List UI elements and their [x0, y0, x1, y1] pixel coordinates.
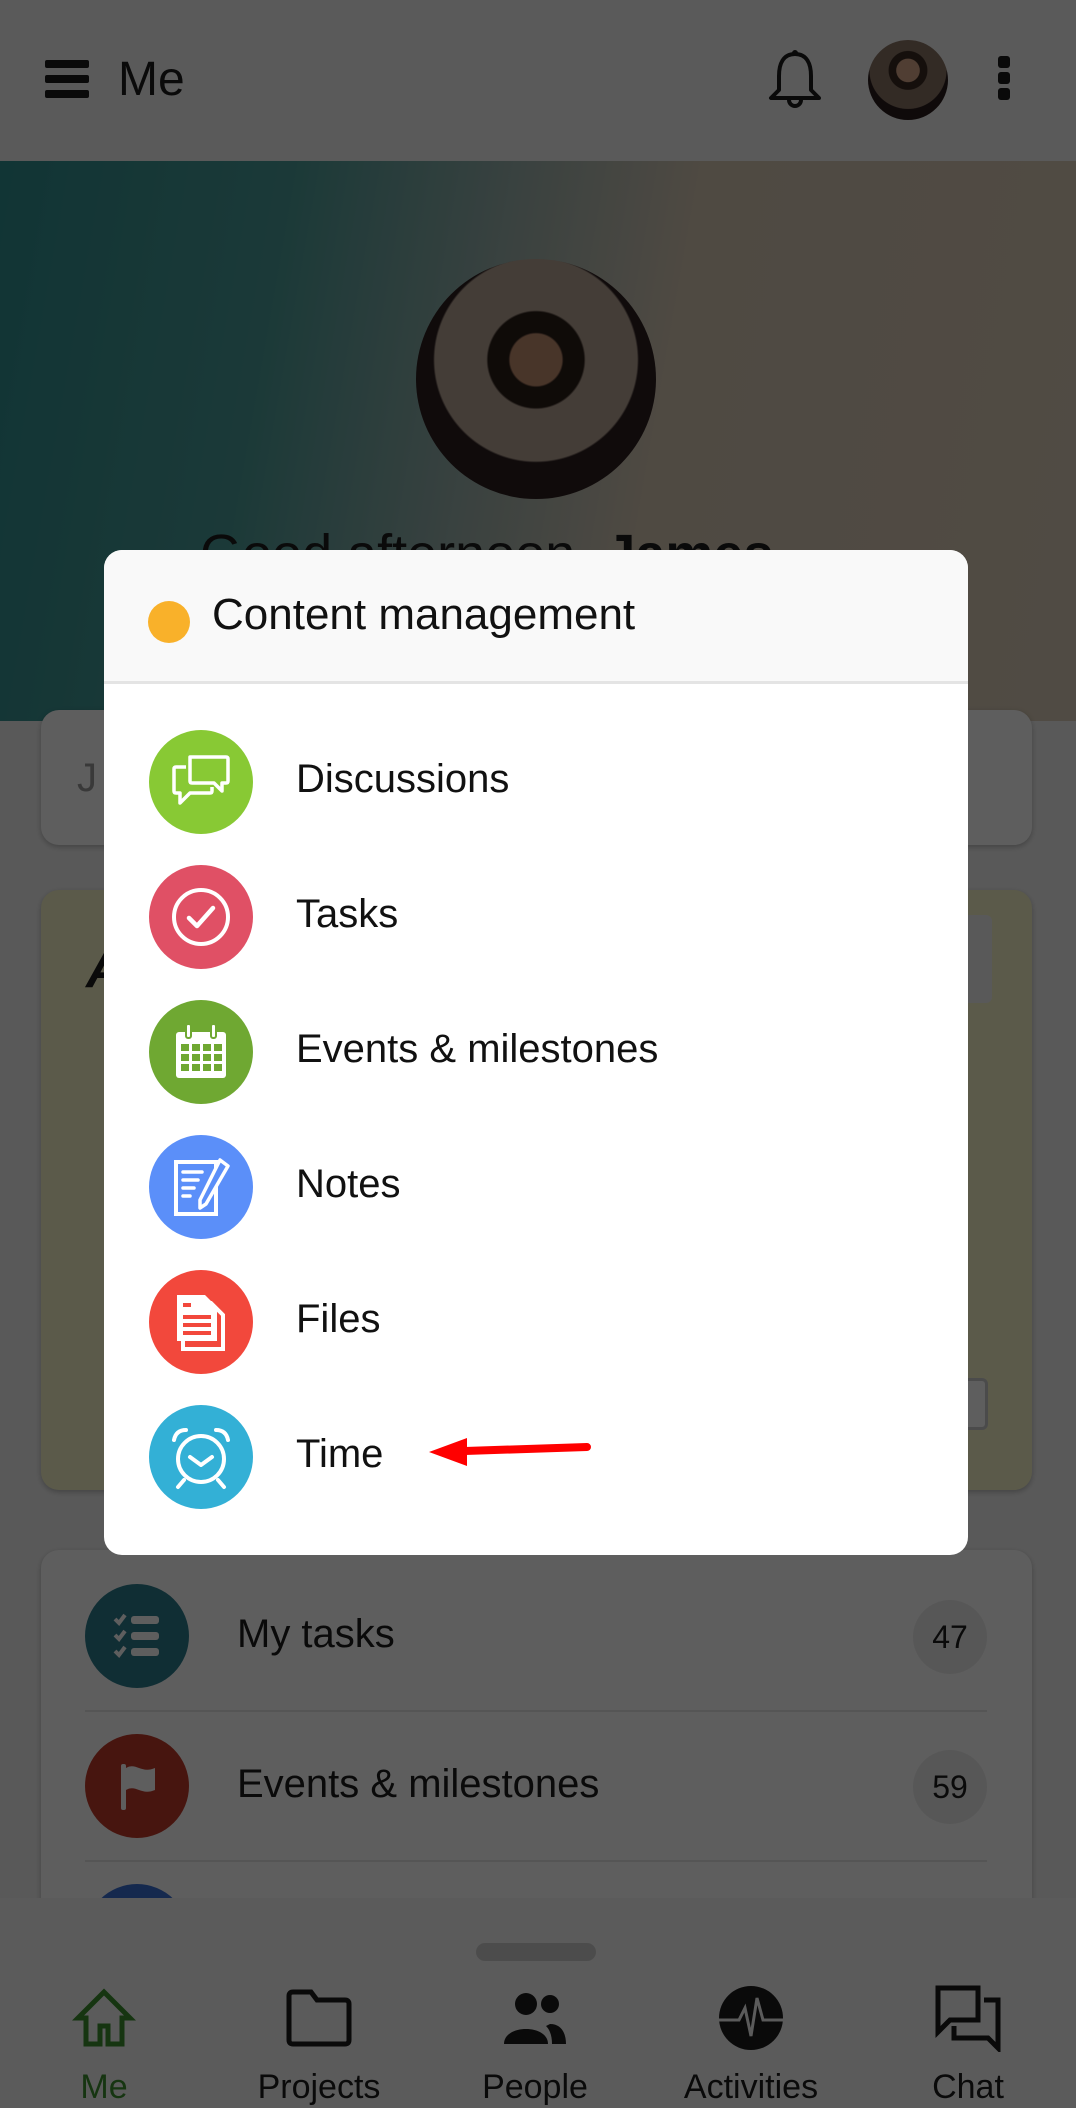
status-dot	[148, 601, 190, 643]
discussions-icon	[149, 730, 253, 834]
menu-item-label: Time	[296, 1432, 384, 1476]
menu-item-label: Notes	[296, 1162, 401, 1206]
content-management-dialog: Content management Discussions Tasks Eve…	[104, 550, 968, 1555]
dialog-header: Content management	[104, 550, 968, 684]
alarm-clock-icon	[149, 1405, 253, 1509]
files-icon	[149, 1270, 253, 1374]
dialog-title: Content management	[212, 590, 636, 639]
tasks-check-icon	[149, 865, 253, 969]
menu-item-notes[interactable]: Notes	[104, 1120, 968, 1255]
menu-item-label: Discussions	[296, 757, 510, 801]
menu-item-label: Events & milestones	[296, 1027, 659, 1071]
notes-icon	[149, 1135, 253, 1239]
calendar-icon	[149, 1000, 253, 1104]
menu-item-time[interactable]: Time	[104, 1390, 968, 1525]
menu-item-discussions[interactable]: Discussions	[104, 715, 968, 850]
menu-item-events-milestones[interactable]: Events & milestones	[104, 985, 968, 1120]
menu-item-label: Files	[296, 1297, 381, 1341]
menu-item-tasks[interactable]: Tasks	[104, 850, 968, 985]
menu-item-files[interactable]: Files	[104, 1255, 968, 1390]
menu-item-label: Tasks	[296, 892, 399, 936]
